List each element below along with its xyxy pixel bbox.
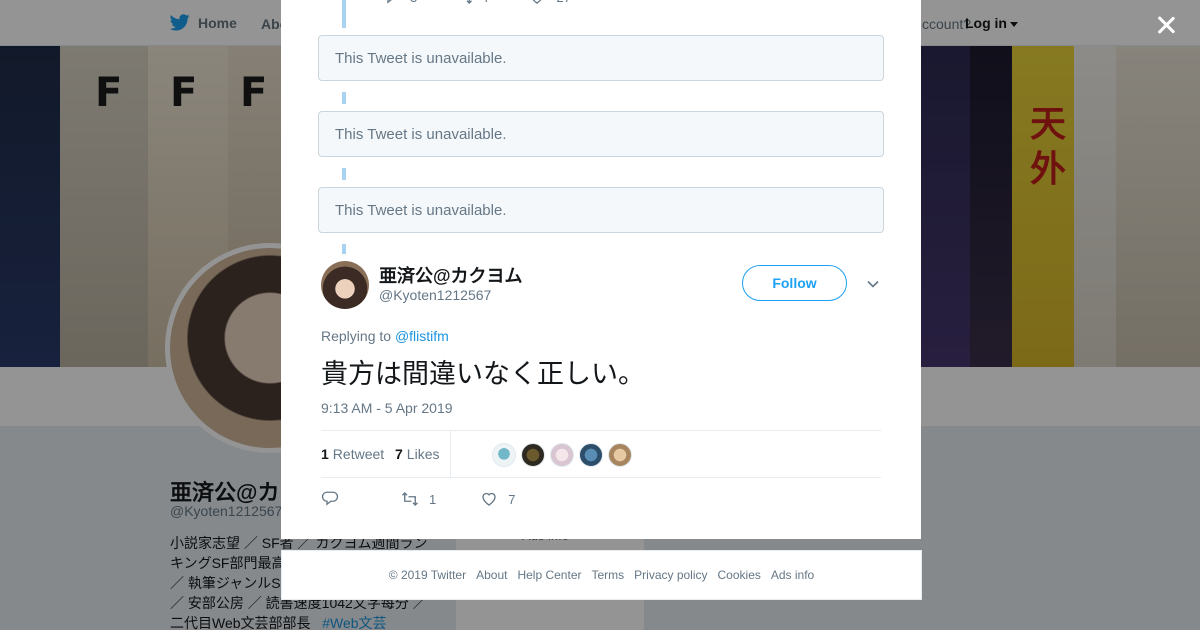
unavailable-tweet-notice: This Tweet is unavailable. (318, 35, 884, 81)
modal-footer: © 2019 Twitter About Help Center Terms P… (281, 550, 922, 600)
retweet-icon (466, 0, 473, 4)
retweet-stat[interactable]: 1 Retweet (321, 446, 384, 462)
tweet-permalink-modal: 3 7 27 This Tweet is unavailable. This T… (281, 0, 921, 539)
liker-avatar[interactable] (492, 443, 516, 467)
reply-button[interactable]: 3 (382, 0, 417, 6)
like-count: 7 (508, 491, 516, 507)
retweet-count: 7 (483, 0, 490, 5)
footer-link-ads-info[interactable]: Ads info (771, 568, 814, 582)
reply-icon (387, 0, 392, 4)
retweet-stat-count: 1 (321, 446, 329, 462)
footer-link-about[interactable]: About (476, 568, 507, 582)
likes-stat-count: 7 (395, 446, 403, 462)
tweet-timestamp[interactable]: 9:13 AM - 5 Apr 2019 (321, 400, 453, 416)
reply-button[interactable] (321, 490, 339, 508)
chevron-down-icon[interactable] (865, 276, 881, 292)
reply-count: 3 (410, 0, 417, 5)
reply-icon (321, 491, 339, 506)
footer-link-privacy-policy[interactable]: Privacy policy (634, 568, 707, 582)
footer-link-help-center[interactable]: Help Center (517, 568, 581, 582)
thread-connector (342, 0, 346, 28)
replying-mention-link[interactable]: @flistifm (395, 328, 449, 344)
tweet-text: 貴方は間違いなく正しい。 (321, 359, 645, 390)
stats-divider (450, 431, 451, 478)
tweet-author-name[interactable]: 亜済公@カクヨム (379, 262, 523, 288)
retweet-button[interactable]: 1 (401, 490, 436, 508)
tweet-author-avatar[interactable] (321, 261, 369, 309)
thread-connector (342, 244, 346, 254)
replying-to: Replying to @flistifm (321, 328, 449, 344)
close-modal-icon[interactable] (1153, 12, 1179, 38)
retweet-stat-label: Retweet (332, 446, 385, 462)
footer-copyright: © 2019 Twitter (388, 568, 467, 582)
heart-icon (482, 492, 496, 506)
previous-tweet-actions: 3 7 27 (382, 0, 609, 6)
like-button[interactable]: 27 (528, 0, 571, 6)
like-count: 27 (556, 0, 570, 5)
retweet-button[interactable]: 7 (455, 0, 490, 6)
footer-link-cookies[interactable]: Cookies (718, 568, 761, 582)
tweet-author-handle[interactable]: @Kyoten1212567 (379, 287, 491, 303)
likes-stat-label: Likes (406, 446, 440, 462)
follow-button[interactable]: Follow (742, 265, 847, 301)
thread-connector (342, 92, 346, 104)
liker-avatar[interactable] (521, 443, 545, 467)
retweet-icon (402, 492, 418, 506)
replying-prefix: Replying to (321, 328, 392, 344)
like-button[interactable]: 7 (480, 490, 515, 508)
footer-link-terms[interactable]: Terms (591, 568, 624, 582)
unavailable-tweet-notice: This Tweet is unavailable. (318, 111, 884, 157)
retweet-count: 1 (429, 491, 437, 507)
liker-avatar[interactable] (550, 443, 574, 467)
thread-connector (342, 168, 346, 180)
liker-avatar[interactable] (579, 443, 603, 467)
heart-icon (533, 0, 542, 4)
tweet-actions: 1 7 (321, 490, 515, 508)
liker-avatar[interactable] (608, 443, 632, 467)
unavailable-tweet-notice: This Tweet is unavailable. (318, 187, 884, 233)
likes-stat[interactable]: 7 Likes (395, 446, 439, 462)
tweet-stats: 1 Retweet 7 Likes (321, 430, 881, 478)
